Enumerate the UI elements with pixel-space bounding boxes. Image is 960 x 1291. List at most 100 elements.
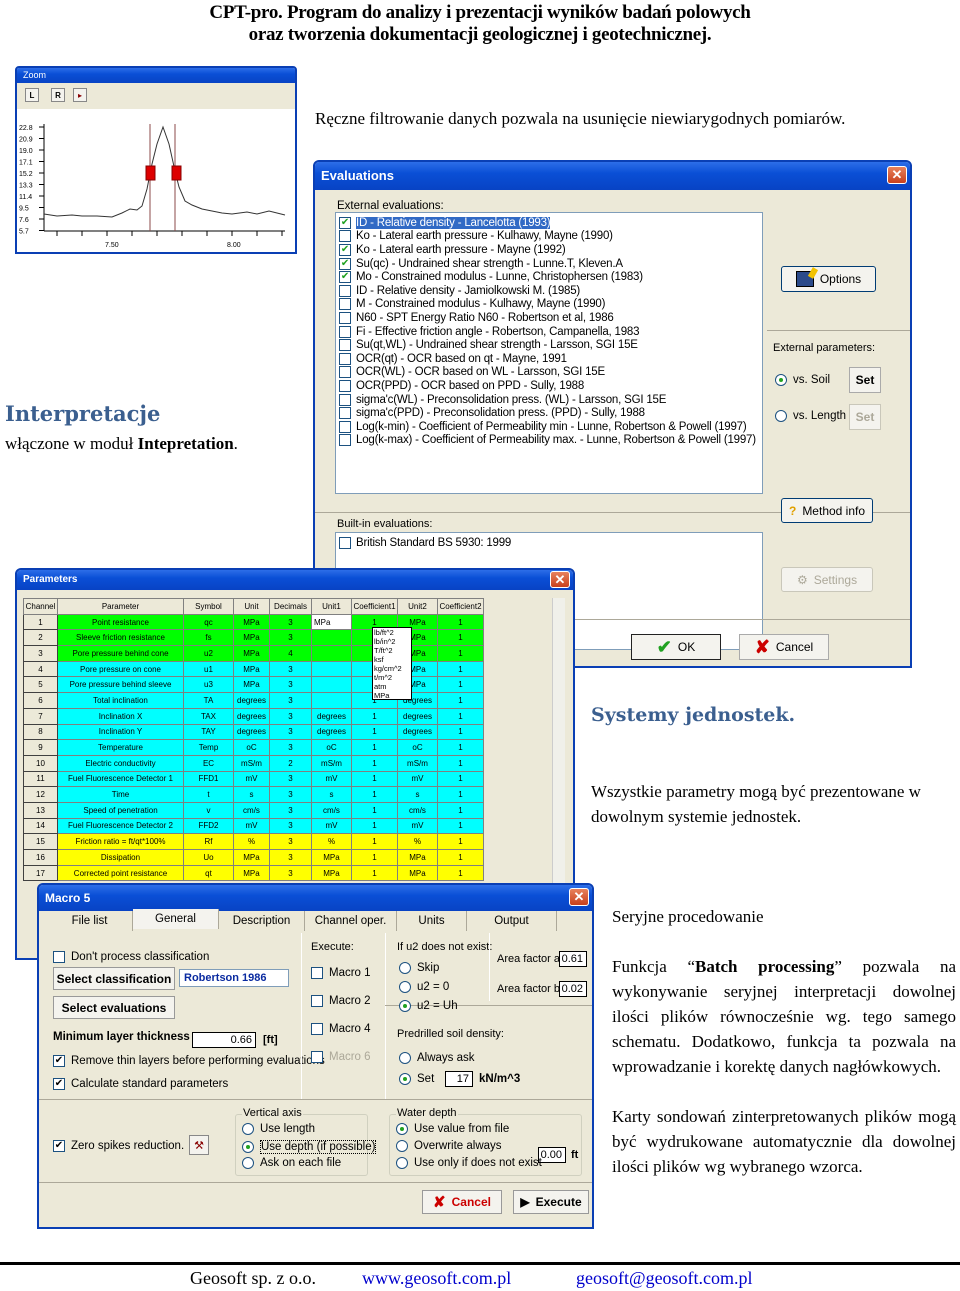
table-cell[interactable]: 3 (269, 676, 312, 694)
settings-button[interactable]: ⚙ Settings (781, 567, 873, 592)
evaluation-item[interactable]: Su(qt,WL) - Undrained shear strength - L… (336, 338, 762, 352)
zoom-left-button[interactable]: L (25, 88, 39, 102)
table-cell[interactable]: fs (183, 629, 234, 647)
table-cell[interactable]: TA (183, 692, 234, 709)
table-row[interactable]: 17 Corrected point resistance qt MPa 3 MPa 1 MP… (23, 864, 484, 882)
table-cell[interactable]: MPa (233, 849, 270, 866)
footer-website-link[interactable]: www.geosoft.com.pl (362, 1266, 511, 1291)
close-button[interactable]: ✕ (569, 888, 589, 906)
table-cell[interactable]: 1 (351, 786, 398, 803)
table-cell[interactable]: mV (233, 770, 270, 788)
method-info-button[interactable]: ? Method info (781, 498, 873, 523)
evaluation-checkbox[interactable] (339, 352, 351, 365)
table-cell[interactable]: degrees (311, 723, 352, 741)
evaluation-checkbox[interactable] (339, 284, 351, 297)
table-cell[interactable]: 3 (269, 801, 312, 819)
table-cell[interactable]: Rf (183, 833, 234, 850)
area-a-field[interactable]: 0.61 (559, 951, 587, 967)
dont-process-option[interactable]: Don't process classification (53, 951, 209, 963)
table-cell[interactable]: MPa (311, 849, 352, 866)
table-cell[interactable]: u2 (183, 645, 234, 662)
remove-thin-checkbox[interactable]: ✔ (53, 1055, 65, 1067)
vertical-axis-option[interactable]: Ask on each file (242, 1157, 341, 1169)
table-cell[interactable]: mS/m (311, 754, 352, 772)
table-row[interactable]: 14 Fuel Fluorescence Detector 2 FFD2 mV 3 mV 1… (23, 817, 484, 835)
table-row[interactable]: 1 Point resistance qc MPa 3 MPa 1 MPa 1 (23, 613, 484, 631)
unit-option[interactable]: t/m^2 (374, 673, 411, 682)
table-cell[interactable]: Fuel Fluorescence Detector 1 (57, 770, 184, 788)
column-header[interactable]: Unit2 (397, 598, 438, 615)
vertical-axis-radio[interactable] (242, 1157, 254, 1169)
table-cell[interactable]: 1 (351, 864, 398, 882)
u2-radio[interactable] (399, 962, 411, 974)
table-cell[interactable]: MPa (233, 645, 270, 662)
table-cell[interactable]: u3 (183, 676, 234, 694)
column-header[interactable]: Unit1 (311, 598, 352, 615)
table-cell[interactable]: 1 (437, 801, 484, 819)
table-cell[interactable]: Time (57, 786, 184, 803)
column-header[interactable]: Coefficient1 (351, 598, 398, 615)
table-row[interactable]: 11 Fuel Fluorescence Detector 1 FFD1 mV 3 mV 1… (23, 770, 484, 788)
table-cell[interactable]: degrees (311, 707, 352, 725)
set-soil-button[interactable]: Set (849, 367, 881, 393)
table-cell[interactable]: 3 (269, 849, 312, 866)
table-row[interactable]: 15 Friction ratio = ft/qt*100% Rf% 3% 1% 1 (23, 833, 484, 850)
table-cell[interactable]: degrees (233, 707, 270, 725)
table-row[interactable]: 10 Electric conductivity EC mS/m 2 mS/m 1 mS/m 1 (23, 754, 484, 772)
table-cell[interactable]: 1 (437, 754, 484, 772)
footer-email-link[interactable]: geosoft@geosoft.com.pl (576, 1266, 753, 1291)
table-cell[interactable]: 1 (437, 770, 484, 788)
density-field[interactable]: 17 (445, 1071, 473, 1087)
table-cell[interactable]: cm/s (397, 801, 438, 819)
external-evaluations-list[interactable]: ✔ ID - Relative density - Lancelotta (199… (335, 212, 763, 494)
table-cell[interactable]: mV (233, 817, 270, 835)
vertical-axis-option[interactable]: Use length (242, 1123, 315, 1135)
evaluation-item[interactable]: Ko - Lateral earth pressure - Kulhawy, M… (336, 230, 762, 244)
table-cell[interactable]: 1 (437, 723, 484, 741)
zoom-right-button[interactable]: R (51, 88, 65, 102)
evaluation-checkbox[interactable] (339, 379, 351, 392)
table-cell[interactable]: 1 (437, 739, 484, 756)
table-cell[interactable]: mS/m (397, 754, 438, 772)
table-cell[interactable]: FFD1 (183, 770, 234, 788)
macro-cancel-button[interactable]: ✘ Cancel (422, 1190, 502, 1214)
unit-option[interactable]: ksf (374, 655, 411, 664)
table-cell[interactable]: 1 (351, 739, 398, 756)
table-cell[interactable]: 1 (437, 613, 484, 631)
table-cell[interactable]: 3 (269, 833, 312, 850)
table-cell[interactable]: Inclination X (57, 707, 184, 725)
left-filter-handle[interactable] (145, 165, 156, 181)
evaluation-item[interactable]: ✔ ID - Relative density - Lancelotta (199… (336, 216, 762, 230)
ok-button[interactable]: ✔ OK (631, 634, 721, 660)
select-classification-button[interactable]: Select classification (53, 967, 175, 990)
table-cell[interactable]: 1 (351, 833, 398, 850)
table-cell[interactable] (311, 629, 352, 647)
table-cell[interactable]: Electric conductivity (57, 754, 184, 772)
table-cell[interactable]: Speed of penetration (57, 801, 184, 819)
column-header[interactable]: Channel (23, 598, 58, 615)
column-header[interactable]: Decimals (269, 598, 312, 615)
calc-standard-checkbox[interactable]: ✔ (53, 1078, 65, 1090)
table-row[interactable]: 6 Total inclination TA degrees 3 1 degrees 1 (23, 692, 484, 709)
table-cell[interactable]: 1 (437, 786, 484, 803)
table-cell[interactable]: mV (397, 770, 438, 788)
table-cell[interactable]: 1 (437, 849, 484, 866)
close-button[interactable]: ✕ (887, 166, 907, 184)
table-cell[interactable]: 1 (351, 707, 398, 725)
u2-option[interactable]: u2 = Uh (399, 1000, 458, 1012)
table-cell[interactable]: MPa (233, 864, 270, 882)
table-cell[interactable]: cm/s (233, 801, 270, 819)
table-cell[interactable]: Fuel Fluorescence Detector 2 (57, 817, 184, 835)
evaluation-checkbox[interactable] (339, 339, 351, 352)
table-cell[interactable]: 1 (437, 707, 484, 725)
vs-length-radio[interactable] (775, 410, 787, 422)
evaluation-item[interactable]: N60 - SPT Energy Ratio N60 - Robertson e… (336, 311, 762, 325)
table-cell[interactable]: 2 (269, 754, 312, 772)
table-row[interactable]: 16 Dissipation Uo MPa 3 MPa 1 MPa 1 (23, 849, 484, 866)
close-button[interactable]: ✕ (550, 571, 570, 588)
u2-option[interactable]: u2 = 0 (399, 981, 449, 993)
table-cell[interactable]: 3 (269, 660, 312, 678)
table-cell[interactable]: % (233, 833, 270, 850)
evaluation-item[interactable]: ✔ Ko - Lateral earth pressure - Mayne (19… (336, 243, 762, 257)
table-row[interactable]: 3Pore pressure behind coneu2MPa41MPa1 (23, 645, 484, 662)
